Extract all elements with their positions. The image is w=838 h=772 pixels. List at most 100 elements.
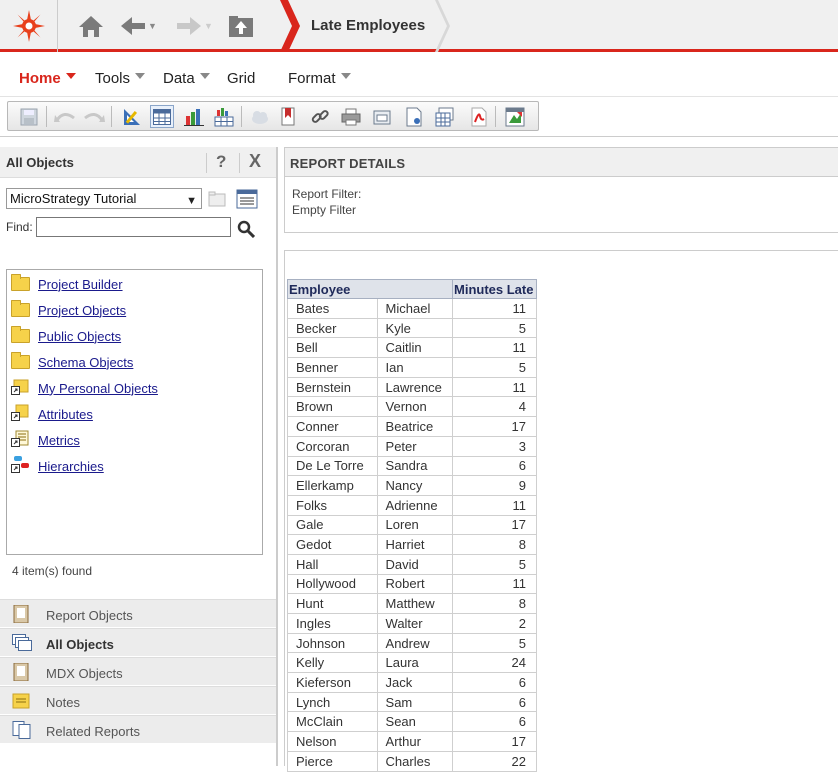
first-name-cell[interactable]: Ian xyxy=(376,357,454,378)
find-input[interactable] xyxy=(36,217,231,237)
last-name-cell[interactable]: Hollywood xyxy=(287,573,378,595)
last-name-cell[interactable]: De Le Torre xyxy=(287,455,378,477)
grid-view-icon[interactable] xyxy=(150,105,174,128)
up-folder-icon[interactable] xyxy=(228,12,254,40)
minutes-late-cell[interactable]: 6 xyxy=(452,691,537,713)
print-icon[interactable] xyxy=(339,105,363,128)
first-name-cell[interactable]: Caitlin xyxy=(376,337,454,359)
first-name-cell[interactable]: Sean xyxy=(376,711,454,733)
first-name-cell[interactable]: Michael xyxy=(376,298,454,319)
last-name-cell[interactable]: Conner xyxy=(287,416,378,437)
first-name-cell[interactable]: Charles xyxy=(376,750,454,772)
last-name-cell[interactable]: Bell xyxy=(287,337,378,359)
list-item-label[interactable]: My Personal Objects xyxy=(38,381,158,396)
list-item-hierarchies[interactable]: Hierarchies xyxy=(11,455,104,476)
forward-icon[interactable]: ▼ xyxy=(176,12,213,40)
minutes-late-cell[interactable]: 5 xyxy=(452,553,537,575)
last-name-cell[interactable]: Hall xyxy=(287,553,378,575)
list-item-public-objects[interactable]: Public Objects xyxy=(11,326,121,346)
list-item-project-builder[interactable]: Project Builder xyxy=(11,274,123,294)
graph-view-icon[interactable] xyxy=(182,105,206,128)
minutes-late-cell[interactable]: 17 xyxy=(452,416,537,437)
grid-graph-view-icon[interactable] xyxy=(212,105,236,128)
first-name-cell[interactable]: Matthew xyxy=(376,593,454,614)
last-name-cell[interactable]: Bates xyxy=(287,298,378,319)
last-name-cell[interactable]: Gedot xyxy=(287,534,378,555)
tab-related-reports[interactable]: Related Reports xyxy=(0,715,276,743)
list-item-my-personal-objects[interactable]: My Personal Objects xyxy=(11,378,158,398)
first-name-cell[interactable]: Adrienne xyxy=(376,494,454,516)
list-item-schema-objects[interactable]: Schema Objects xyxy=(11,352,133,372)
open-folder-icon[interactable] xyxy=(208,190,228,211)
last-name-cell[interactable]: Corcoran xyxy=(287,435,378,457)
last-name-cell[interactable]: Gale xyxy=(287,514,378,536)
first-name-cell[interactable]: Jack xyxy=(376,672,454,693)
project-select[interactable]: MicroStrategy Tutorial ▼ xyxy=(6,188,202,209)
list-item-metrics[interactable]: Metrics xyxy=(11,430,80,450)
minutes-late-cell[interactable]: 5 xyxy=(452,632,537,654)
add-to-history-icon[interactable] xyxy=(503,105,527,128)
menu-home[interactable]: Home xyxy=(19,70,76,87)
minutes-late-cell[interactable]: 8 xyxy=(452,534,537,555)
first-name-cell[interactable]: Vernon xyxy=(376,396,454,418)
column-header-employee[interactable]: Employee xyxy=(287,279,453,299)
tab-report-objects[interactable]: Report Objects xyxy=(0,599,276,627)
list-item-label[interactable]: Project Builder xyxy=(38,277,123,292)
menu-format[interactable]: Format xyxy=(288,70,351,87)
minutes-late-cell[interactable]: 11 xyxy=(452,573,537,595)
last-name-cell[interactable]: Ellerkamp xyxy=(287,475,378,496)
minutes-late-cell[interactable]: 22 xyxy=(452,750,537,772)
export-excel-icon[interactable] xyxy=(433,105,457,128)
last-name-cell[interactable]: Folks xyxy=(287,494,378,516)
first-name-cell[interactable]: Kyle xyxy=(376,317,454,339)
minutes-late-cell[interactable]: 4 xyxy=(452,396,537,418)
tab-all-objects[interactable]: All Objects xyxy=(0,628,276,656)
last-name-cell[interactable]: McClain xyxy=(287,711,378,733)
minutes-late-cell[interactable]: 17 xyxy=(452,514,537,536)
save-icon[interactable] xyxy=(17,105,41,128)
first-name-cell[interactable]: Lawrence xyxy=(376,376,454,398)
export-icon[interactable] xyxy=(371,105,395,128)
search-icon[interactable] xyxy=(237,220,256,241)
last-name-cell[interactable]: Hunt xyxy=(287,593,378,614)
list-item-label[interactable]: Attributes xyxy=(38,407,93,422)
export-pdf-icon[interactable] xyxy=(402,105,426,128)
logo-icon[interactable] xyxy=(0,0,58,52)
minutes-late-cell[interactable]: 9 xyxy=(452,475,537,496)
minutes-late-cell[interactable]: 6 xyxy=(452,672,537,693)
minutes-late-cell[interactable]: 11 xyxy=(452,337,537,359)
last-name-cell[interactable]: Kelly xyxy=(287,652,378,674)
minutes-late-cell[interactable]: 3 xyxy=(452,435,537,457)
close-icon[interactable]: X xyxy=(249,151,261,172)
redo-icon[interactable] xyxy=(82,105,106,128)
help-icon[interactable]: ? xyxy=(216,152,226,172)
link-icon[interactable] xyxy=(308,105,332,128)
menu-tools[interactable]: Tools xyxy=(95,70,146,87)
design-mode-icon[interactable] xyxy=(120,105,144,128)
list-item-label[interactable]: Schema Objects xyxy=(38,355,133,370)
back-icon[interactable]: ▼ xyxy=(120,12,157,40)
minutes-late-cell[interactable]: 5 xyxy=(452,317,537,339)
first-name-cell[interactable]: Robert xyxy=(376,573,454,595)
first-name-cell[interactable]: Laura xyxy=(376,652,454,674)
properties-icon[interactable] xyxy=(236,189,258,212)
first-name-cell[interactable]: Nancy xyxy=(376,475,454,496)
report-details-header[interactable]: REPORT DETAILS xyxy=(284,147,838,177)
minutes-late-cell[interactable]: 11 xyxy=(452,376,537,398)
minutes-late-cell[interactable]: 6 xyxy=(452,711,537,733)
minutes-late-cell[interactable]: 17 xyxy=(452,731,537,752)
tab-notes[interactable]: Notes xyxy=(0,686,276,714)
last-name-cell[interactable]: Bernstein xyxy=(287,376,378,398)
share-icon[interactable] xyxy=(248,105,272,128)
last-name-cell[interactable]: Johnson xyxy=(287,632,378,654)
minutes-late-cell[interactable]: 5 xyxy=(452,357,537,378)
first-name-cell[interactable]: Sandra xyxy=(376,455,454,477)
menu-grid[interactable]: Grid xyxy=(227,70,255,87)
menu-data[interactable]: Data xyxy=(163,70,210,87)
minutes-late-cell[interactable]: 2 xyxy=(452,613,537,634)
list-item-label[interactable]: Hierarchies xyxy=(38,459,104,474)
last-name-cell[interactable]: Kieferson xyxy=(287,672,378,693)
list-item-label[interactable]: Project Objects xyxy=(38,303,126,318)
minutes-late-cell[interactable]: 24 xyxy=(452,652,537,674)
first-name-cell[interactable]: Arthur xyxy=(376,731,454,752)
